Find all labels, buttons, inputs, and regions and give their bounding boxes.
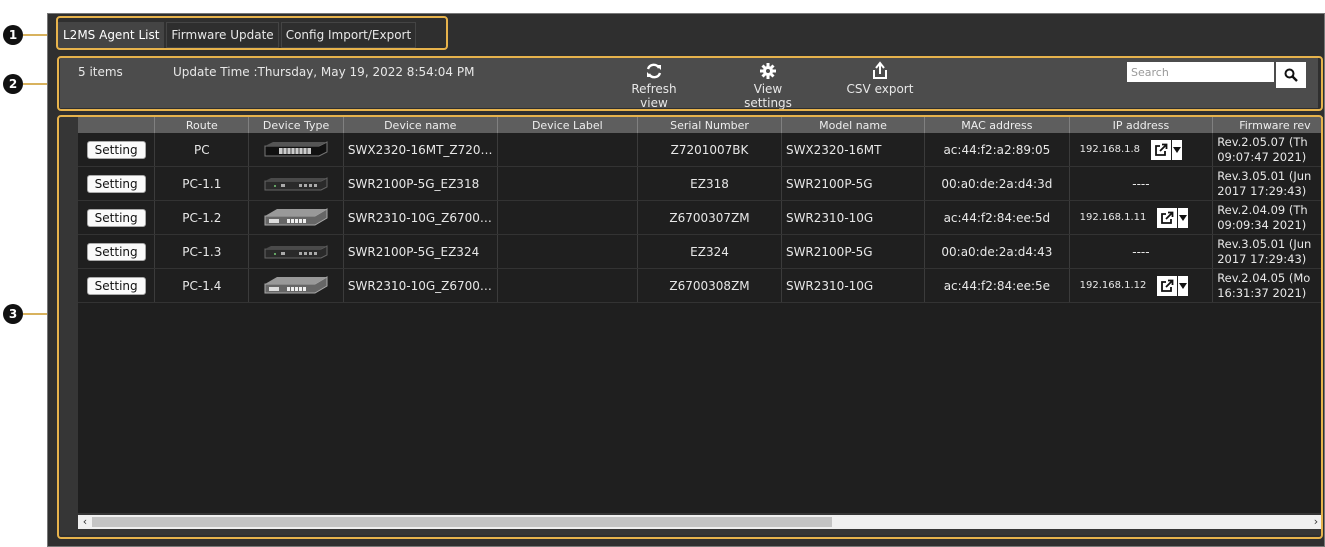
highlight-box-1 (56, 16, 448, 50)
highlight-box-3 (57, 115, 1323, 539)
callout-1: 1 (3, 25, 23, 45)
highlight-box-2 (57, 56, 1323, 111)
callout-2: 2 (3, 74, 23, 94)
callout-3: 3 (3, 304, 23, 324)
